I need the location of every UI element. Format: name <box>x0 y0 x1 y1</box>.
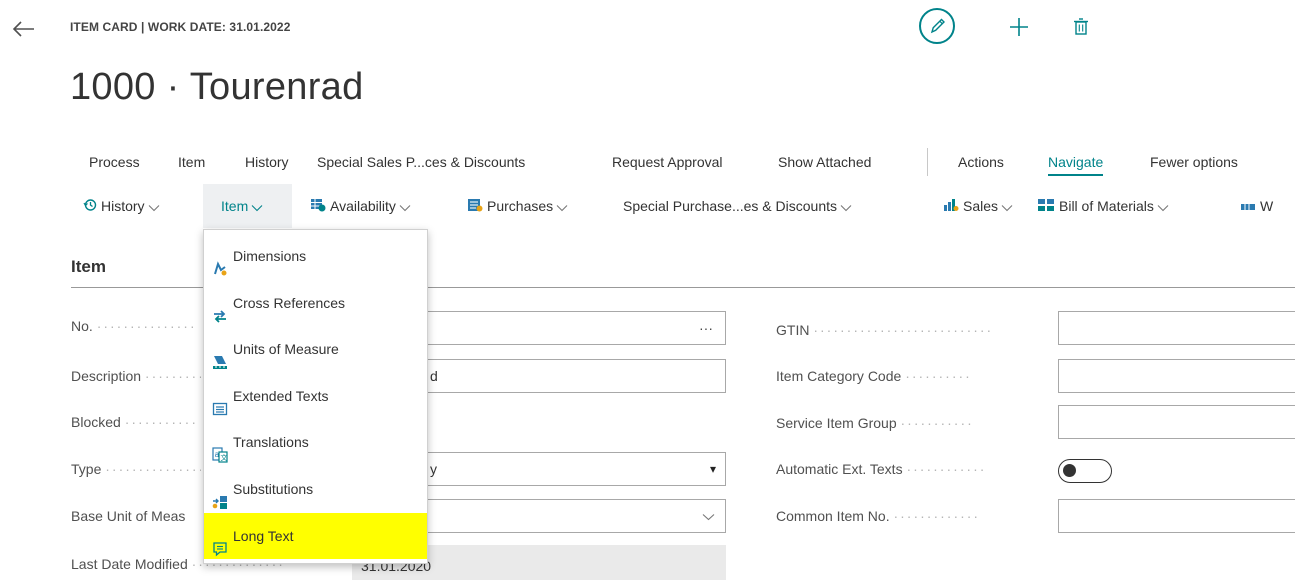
sub-special-purchase-label: Special Purchase...es & Discounts <box>623 198 837 214</box>
delete-button[interactable] <box>1068 14 1094 40</box>
menu-item-dimensions[interactable]: Dimensions <box>204 233 427 279</box>
new-button[interactable] <box>1006 14 1032 40</box>
sub-purchases[interactable]: Purchases <box>467 184 568 228</box>
section-title: Item <box>71 257 106 276</box>
menu-item-label: Dimensions <box>233 248 307 264</box>
service-item-group-field[interactable] <box>1058 405 1295 439</box>
field-label-no: No. ··············· <box>71 318 197 334</box>
action-show-attached[interactable]: Show Attached <box>778 154 871 170</box>
cross-references-icon <box>212 296 228 323</box>
gtin-field[interactable] <box>1058 311 1295 345</box>
menu-item-label: Translations <box>233 434 309 450</box>
action-bar: Process Item History Special Sales P...c… <box>75 142 1295 182</box>
field-label-common-item-no: Common Item No. ············· <box>776 508 981 524</box>
field-label-automatic-ext-texts: Automatic Ext. Texts ············ <box>776 461 987 477</box>
field-label-gtin: GTIN ··························· <box>776 322 994 338</box>
chevron-down-icon <box>556 185 568 229</box>
action-actions[interactable]: Actions <box>958 154 1004 170</box>
menu-item-long-text[interactable]: Long Text <box>204 513 427 559</box>
trash-icon <box>1074 18 1088 35</box>
sub-availability-label: Availability <box>330 198 396 214</box>
extended-texts-icon <box>212 389 228 416</box>
pencil-icon <box>930 18 945 34</box>
menu-item-label: Units of Measure <box>233 341 339 357</box>
action-navigate[interactable]: Navigate <box>1048 154 1104 176</box>
field-label-type: Type ················· <box>71 461 201 477</box>
substitutions-icon <box>212 482 228 510</box>
automatic-ext-texts-toggle[interactable] <box>1058 459 1112 483</box>
menu-item-label: Cross References <box>233 295 346 311</box>
sub-sales[interactable]: Sales <box>943 184 1013 228</box>
item-category-code-field[interactable] <box>1058 359 1295 393</box>
purchases-icon <box>467 185 483 229</box>
menu-item-label: Extended Texts <box>233 388 329 404</box>
action-fewer-options[interactable]: Fewer options <box>1150 154 1238 170</box>
page-title: 1000 · Tourenrad <box>70 66 364 108</box>
field-label-blocked: Blocked ··········· <box>71 414 198 430</box>
sub-purchases-label: Purchases <box>487 198 554 214</box>
sub-special-purchase-prices[interactable]: Special Purchase...es & Discounts <box>623 184 852 228</box>
plus-icon <box>1010 18 1028 36</box>
item-dropdown-menu: Dimensions Cross References Units of Mea… <box>203 229 428 564</box>
page-caption: ITEM CARD | WORK DATE: 31.01.2022 <box>70 20 291 34</box>
action-request-approval[interactable]: Request Approval <box>612 154 723 170</box>
action-history[interactable]: History <box>245 154 289 170</box>
chevron-down-icon <box>702 500 715 532</box>
navigate-sub-bar: History Item Availability Purchases Spec… <box>75 184 1295 228</box>
action-special-sales-prices[interactable]: Special Sales P...ces & Discounts <box>317 154 525 170</box>
edit-button[interactable] <box>919 8 955 44</box>
history-icon <box>83 185 97 229</box>
chevron-down-icon <box>840 185 852 229</box>
toggle-knob <box>1063 464 1076 477</box>
chevron-down-icon <box>399 185 411 229</box>
more-options-icon[interactable]: ··· <box>699 312 713 344</box>
menu-item-cross-references[interactable]: Cross References <box>204 280 427 326</box>
sub-history[interactable]: History <box>83 184 160 228</box>
units-of-measure-icon <box>212 342 228 370</box>
action-bar-divider <box>927 148 928 176</box>
action-item[interactable]: Item <box>178 154 205 170</box>
common-item-no-field[interactable] <box>1058 499 1295 533</box>
field-label-description: Description ··········· <box>71 368 201 384</box>
long-text-icon <box>212 529 228 557</box>
menu-item-label: Long Text <box>233 528 294 544</box>
bill-of-materials-icon <box>1037 185 1055 229</box>
field-label-base-unit: Base Unit of Meas <box>71 508 186 524</box>
sub-item[interactable]: Item <box>203 184 292 228</box>
menu-item-translations[interactable]: a 文 Translations <box>204 419 427 465</box>
sub-availability[interactable]: Availability <box>310 184 411 228</box>
chevron-down-icon <box>251 185 263 229</box>
dimensions-icon <box>212 249 228 276</box>
sub-warehouse-label: W <box>1260 198 1274 214</box>
chevron-down-icon <box>148 185 160 229</box>
sub-warehouse[interactable]: W <box>1240 184 1273 228</box>
svg-text:文: 文 <box>221 453 228 462</box>
warehouse-icon <box>1240 185 1256 229</box>
menu-item-label: Substitutions <box>233 481 314 497</box>
chevron-down-icon <box>1001 185 1013 229</box>
sub-bill-of-materials[interactable]: Bill of Materials <box>1037 184 1169 228</box>
menu-item-extended-texts[interactable]: Extended Texts <box>204 373 427 419</box>
sub-history-label: History <box>101 198 145 214</box>
arrow-left-icon <box>12 21 34 37</box>
field-label-service-item-group: Service Item Group ··········· <box>776 415 974 431</box>
sub-sales-label: Sales <box>963 198 999 214</box>
availability-icon <box>310 185 326 229</box>
chevron-down-icon <box>1157 185 1169 229</box>
sub-bom-label: Bill of Materials <box>1059 198 1154 214</box>
back-button[interactable] <box>8 14 38 44</box>
menu-item-substitutions[interactable]: Substitutions <box>204 466 427 512</box>
field-label-item-category: Item Category Code ·········· <box>776 368 972 384</box>
sales-icon <box>943 185 959 229</box>
action-process[interactable]: Process <box>89 154 140 170</box>
dropdown-arrow-icon: ▾ <box>709 462 716 476</box>
translations-icon: a文 <box>212 435 228 463</box>
sub-item-label: Item <box>221 198 249 214</box>
menu-item-units-of-measure[interactable]: Units of Measure <box>204 326 427 372</box>
